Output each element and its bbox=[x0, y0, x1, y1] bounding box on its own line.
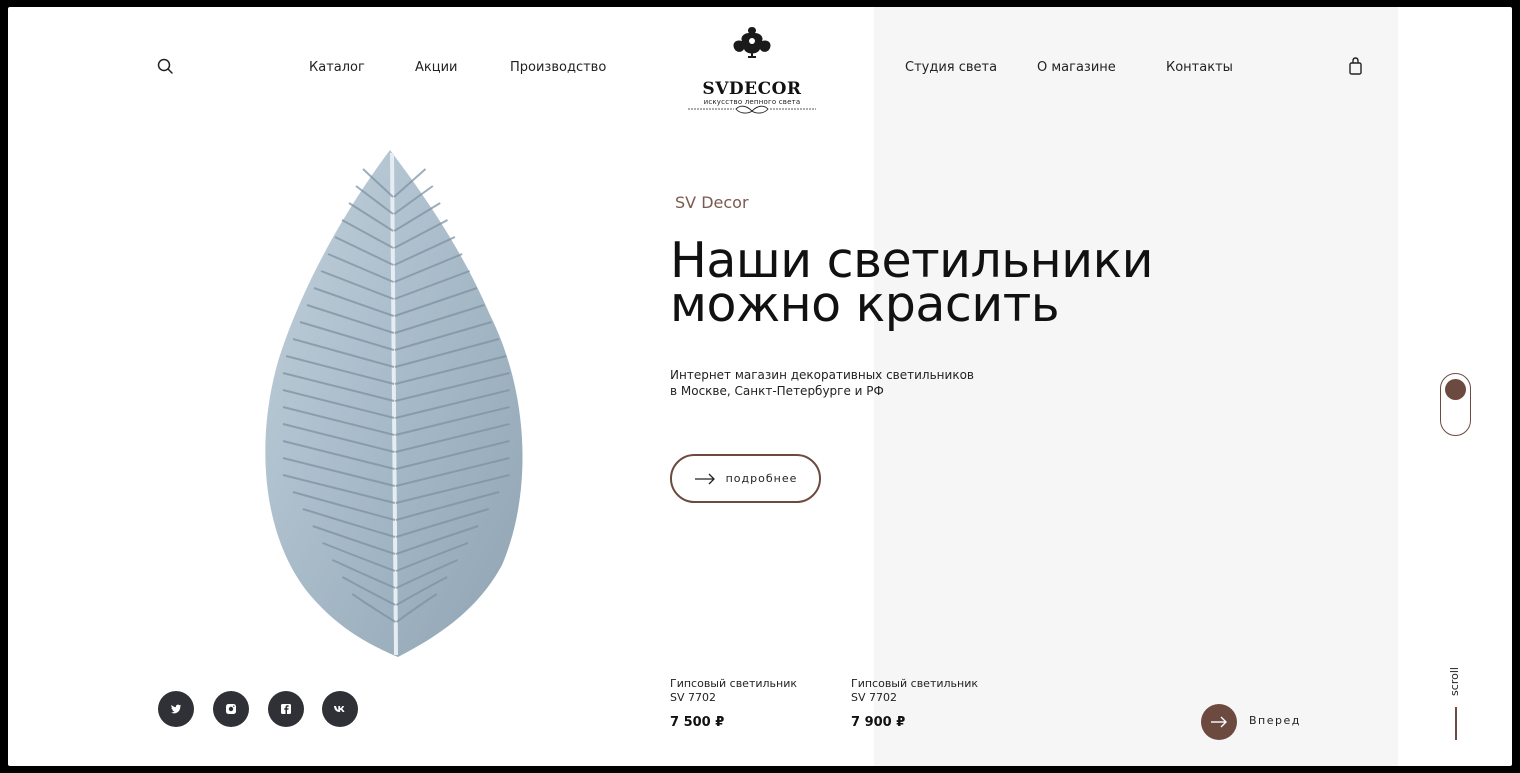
hero-headline: Наши светильники можно красить bbox=[670, 236, 1230, 333]
product-price: 7 900 ₽ bbox=[851, 715, 906, 730]
product-model: SV 7702 bbox=[851, 691, 897, 704]
nav-link-light-studio[interactable]: Студия света bbox=[905, 60, 997, 75]
product-name: Гипсовый светильник bbox=[670, 677, 797, 690]
hero-eyebrow: SV Decor bbox=[675, 193, 749, 212]
nav-link-production[interactable]: Производство bbox=[510, 60, 606, 75]
twitter-icon bbox=[171, 704, 181, 714]
instagram-button[interactable] bbox=[213, 691, 249, 727]
scroll-indicator-line bbox=[1455, 707, 1457, 740]
product-price: 7 500 ₽ bbox=[670, 715, 725, 730]
logo-ornament-icon bbox=[688, 105, 816, 114]
arrow-right-icon bbox=[694, 473, 715, 484]
hero-headline-line2: можно красить bbox=[670, 276, 1060, 333]
more-details-label: подробнее bbox=[725, 472, 798, 485]
facebook-icon bbox=[281, 704, 291, 714]
scroll-label: scroll bbox=[1447, 667, 1461, 696]
instagram-icon bbox=[226, 704, 236, 714]
leaf-lamp-image bbox=[265, 150, 523, 657]
cart-button[interactable] bbox=[1346, 56, 1366, 78]
product-card[interactable]: Гипсовый светильник SV 7702 7 500 ₽ bbox=[670, 677, 830, 730]
search-icon bbox=[157, 58, 173, 74]
product-card[interactable]: Гипсовый светильник SV 7702 7 900 ₽ bbox=[851, 677, 1011, 730]
next-slide-button[interactable] bbox=[1201, 704, 1237, 740]
vk-icon bbox=[334, 706, 345, 712]
hero-description-line2: в Москве, Санкт-Петербурге и РФ bbox=[670, 384, 884, 398]
vk-button[interactable] bbox=[322, 691, 358, 727]
logo-name: SVDECOR bbox=[702, 79, 802, 99]
hero-description: Интернет магазин декоративных светильник… bbox=[670, 367, 990, 399]
hero-description-line1: Интернет магазин декоративных светильник… bbox=[670, 368, 974, 382]
twitter-button[interactable] bbox=[158, 691, 194, 727]
more-details-button[interactable]: подробнее bbox=[670, 454, 821, 503]
search-button[interactable] bbox=[156, 57, 176, 77]
next-slide-label[interactable]: Вперед bbox=[1249, 714, 1301, 727]
arrow-right-icon bbox=[1211, 716, 1227, 728]
facebook-button[interactable] bbox=[268, 691, 304, 727]
nav-link-catalog[interactable]: Каталог bbox=[309, 60, 365, 75]
nav-link-about[interactable]: О магазине bbox=[1037, 60, 1116, 75]
scroll-toggle-knob[interactable] bbox=[1445, 379, 1466, 400]
logo[interactable]: SVDECOR искусство лепного света bbox=[684, 21, 820, 114]
product-name: Гипсовый светильник bbox=[851, 677, 978, 690]
nav-link-promotions[interactable]: Акции bbox=[415, 60, 458, 75]
nav-link-contacts[interactable]: Контакты bbox=[1166, 60, 1233, 75]
scroll-toggle[interactable] bbox=[1440, 373, 1471, 436]
page-frame: Каталог Акции Производство SVDECOR искус… bbox=[8, 7, 1512, 766]
shopping-bag-icon bbox=[1349, 57, 1362, 75]
product-model: SV 7702 bbox=[670, 691, 716, 704]
logo-emblem-icon bbox=[733, 27, 771, 58]
